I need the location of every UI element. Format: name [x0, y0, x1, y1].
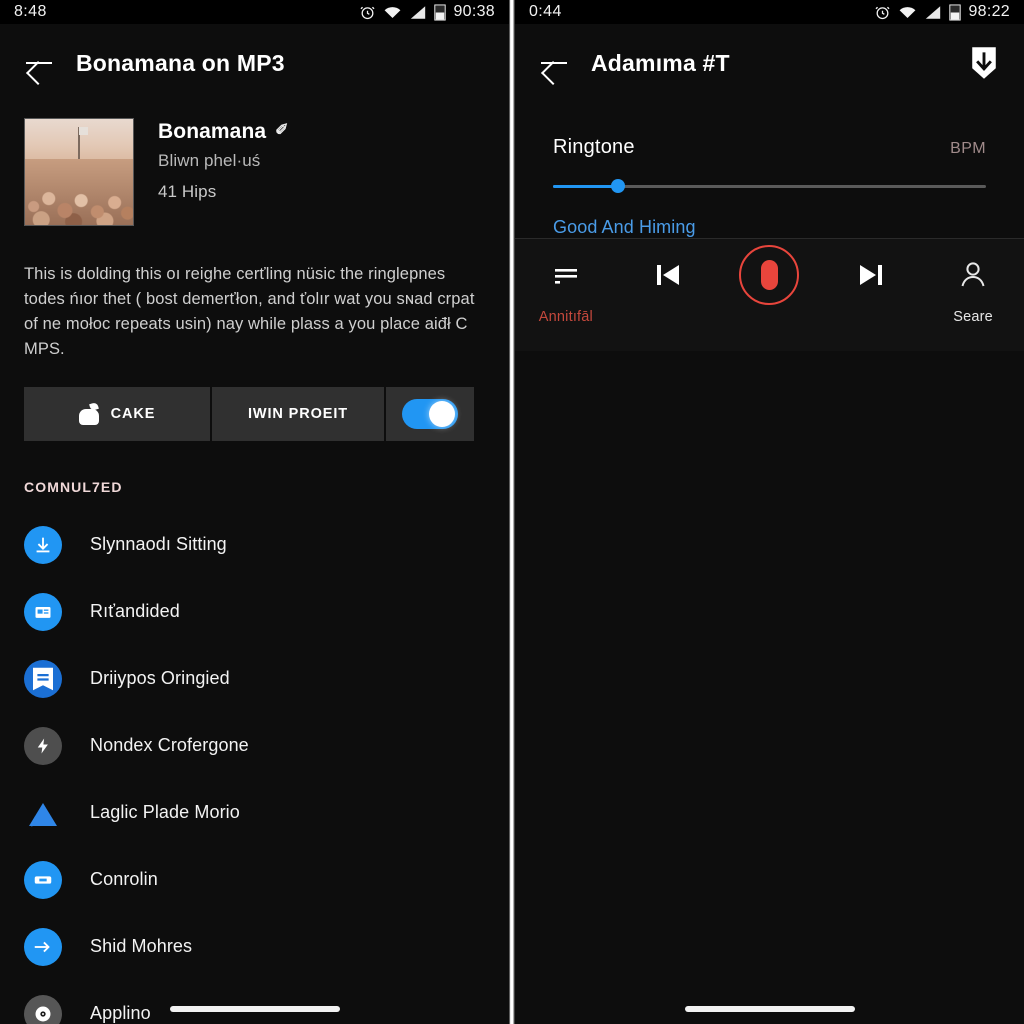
list-item[interactable]: Rıťandided [0, 578, 509, 645]
next-track-icon [854, 253, 888, 297]
list-item-label: Conrolin [90, 869, 158, 889]
list-item[interactable]: Applino [0, 980, 509, 1024]
record-ring [739, 245, 800, 305]
list-item[interactable]: Nondex Crofergone [0, 712, 509, 779]
page-title: Bonamana on MP3 [76, 49, 285, 76]
record-icon [739, 245, 800, 305]
list-item[interactable]: Driiypos Oringied [0, 645, 509, 712]
slider-fill [553, 185, 618, 188]
thumbnail-flag [79, 127, 88, 136]
media-title-row: Bonamana ✐ [158, 120, 289, 144]
record-dot [760, 260, 778, 290]
install-button-label: CAKE [110, 406, 156, 422]
download-pin-icon [24, 525, 62, 564]
wifi-icon [900, 6, 916, 18]
dual-phone-screenshot: 8:48 90:38 Bonamana on MP3 Bonamana ✐ Bl… [0, 0, 1024, 1024]
status-battery-text: 98:22 [968, 3, 1010, 20]
open-button[interactable]: IWIN PROEIT [212, 387, 384, 441]
list-item[interactable]: Laglic Plade Morio [0, 779, 509, 846]
app-list: Slynnaodı Sitting Rıťandided Driiypos Orin… [0, 495, 509, 1024]
wifi-icon [385, 6, 401, 18]
player-bottom-bar: Annitıfāl Seare [515, 239, 1024, 351]
left-status-bar: 8:48 90:38 [0, 0, 509, 24]
queue-list-icon [550, 253, 582, 297]
alarm-icon [875, 6, 890, 19]
disc-icon [24, 994, 62, 1024]
status-clock: 8:48 [14, 3, 47, 20]
download-save-icon[interactable] [968, 46, 1000, 80]
section-label: COMNUL7ED [24, 479, 123, 495]
right-app-bar: Adamıma #T [515, 24, 1024, 102]
back-arrow-icon[interactable] [539, 50, 569, 76]
list-item[interactable]: Slynnaodı Sitting [0, 511, 509, 578]
media-meta-count: 41 Hips [158, 182, 217, 201]
account-button[interactable]: Seare [928, 253, 1018, 325]
status-clock: 0:44 [529, 3, 562, 20]
status-icons: 90:38 [359, 3, 495, 21]
ringtone-link[interactable]: Good And Himing [553, 217, 986, 238]
media-subtitle: Bliwn phel·uś [158, 151, 261, 170]
back-arrow-icon[interactable] [24, 50, 54, 76]
previous-track-icon [651, 253, 685, 297]
home-indicator [684, 1006, 855, 1012]
list-item-label: Slynnaodı Sitting [90, 534, 227, 554]
list-item-label: Shid Mohres [90, 936, 193, 956]
right-phone-panel: 0:44 98:22 Adamıma #T Ringtone BPM Good … [515, 0, 1024, 1024]
home-indicator [169, 1006, 340, 1012]
list-item-label: Applino [90, 1003, 151, 1023]
person-icon [956, 253, 990, 297]
ringtone-title: Ringtone [553, 136, 635, 158]
toggle-knob [429, 401, 455, 427]
drive-triangle-icon [24, 794, 62, 832]
right-status-bar: 0:44 98:22 [515, 0, 1024, 24]
list-item-label: Driiypos Oringied [90, 668, 230, 688]
auto-update-toggle[interactable] [386, 387, 474, 441]
battery-icon [434, 3, 447, 21]
thumbnail-crowd [25, 159, 133, 225]
bpm-label: BPM [950, 140, 986, 157]
list-item[interactable]: Conrolin [0, 846, 509, 913]
open-button-label: IWIN PROEIT [247, 406, 349, 422]
account-button-label: Seare [953, 309, 993, 325]
queue-button-label: Annitıfāl [538, 309, 593, 325]
ticket-icon [24, 860, 62, 899]
toggle-track [402, 399, 458, 429]
status-icons: 98:22 [874, 3, 1010, 21]
send-pin-icon [24, 927, 62, 966]
action-button-row: CAKE IWIN PROEIT [0, 362, 509, 441]
media-title: Bonamana [158, 120, 267, 143]
signal-icon [411, 5, 426, 19]
list-item-label: Laglic Plade Morio [90, 802, 240, 822]
apple-icon [78, 401, 99, 425]
media-header: Bonamana ✐ Bliwn phel·uś 41 Hips [0, 102, 509, 226]
list-item-label: Rıťandided [90, 601, 180, 621]
install-button[interactable]: CAKE [24, 387, 210, 441]
list-item[interactable]: Shid Mohres [0, 913, 509, 980]
ringtone-section: Ringtone BPM Good And Himing [515, 102, 1024, 238]
description-text: This is dolding this oı reighe cerťling … [24, 265, 475, 358]
queue-button[interactable]: Annitıfāl [521, 253, 611, 325]
alarm-icon [360, 6, 375, 19]
status-battery-text: 90:38 [453, 3, 495, 20]
signal-icon [926, 5, 941, 19]
media-metadata: Bonamana ✐ Bliwn phel·uś 41 Hips [158, 118, 289, 226]
record-button[interactable] [724, 245, 814, 309]
card-icon [24, 592, 62, 631]
ringtone-volume-slider[interactable] [553, 179, 986, 193]
left-phone-panel: 8:48 90:38 Bonamana on MP3 Bonamana ✐ Bl… [0, 0, 509, 1024]
book-icon [24, 659, 62, 698]
previous-track-button[interactable] [623, 253, 713, 309]
bolt-icon [24, 726, 62, 765]
album-thumbnail [24, 118, 134, 226]
list-item-label: Nondex Crofergone [90, 735, 249, 755]
page-title: Adamıma #T [591, 49, 730, 76]
next-track-button[interactable] [826, 253, 916, 309]
left-app-bar: Bonamana on MP3 [0, 24, 509, 102]
verified-flag-icon: ✐ [275, 122, 289, 139]
ringtone-header: Ringtone BPM [553, 136, 986, 159]
slider-thumb[interactable] [610, 179, 625, 193]
battery-icon [949, 3, 962, 21]
